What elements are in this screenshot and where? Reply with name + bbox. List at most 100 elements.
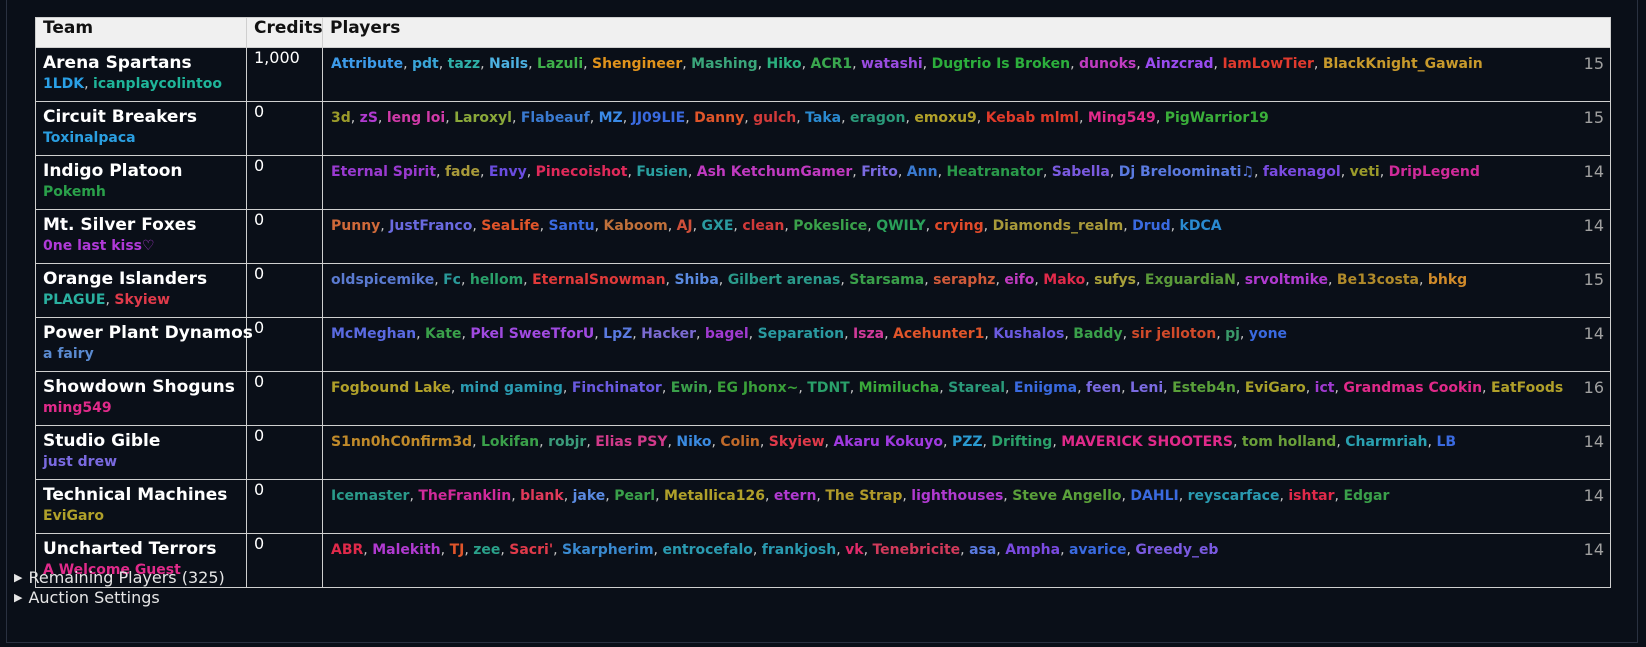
player-name[interactable]: Baddy — [1073, 326, 1122, 342]
player-name[interactable]: Grandmas Cookin — [1343, 380, 1482, 396]
player-name[interactable]: Akaru Kokuyo — [833, 434, 943, 450]
player-name[interactable]: Shengineer — [592, 56, 682, 72]
player-name[interactable]: Skyiew — [769, 434, 825, 450]
player-name[interactable]: clean — [742, 218, 784, 234]
player-name[interactable]: Niko — [676, 434, 711, 450]
player-name[interactable]: ExguardiaN — [1145, 272, 1236, 288]
player-name[interactable]: Steve Angello — [1012, 488, 1121, 504]
player-name[interactable]: sir jelloton — [1131, 326, 1216, 342]
player-name[interactable]: Punny — [331, 218, 380, 234]
player-name[interactable]: BlackKnight_Gawain — [1323, 56, 1483, 72]
player-name[interactable]: Diamonds_realm — [993, 218, 1124, 234]
player-name[interactable]: Esteb4n — [1172, 380, 1236, 396]
player-name[interactable]: Acehunter1 — [893, 326, 984, 342]
player-name[interactable]: entrocefalo — [662, 542, 752, 558]
player-name[interactable]: Mimilucha — [859, 380, 940, 396]
player-name[interactable]: Colin — [720, 434, 759, 450]
player-name[interactable]: Fc — [443, 272, 461, 288]
manager-name[interactable]: ming549 — [43, 400, 112, 416]
player-name[interactable]: fakenagol — [1263, 164, 1341, 180]
player-name[interactable]: srvoltmike — [1245, 272, 1328, 288]
manager-name[interactable]: 1LDK — [43, 76, 84, 92]
player-name[interactable]: Gilbert arenas — [728, 272, 841, 288]
player-name[interactable]: Mashing — [691, 56, 757, 72]
player-name[interactable]: IamLowTier — [1222, 56, 1313, 72]
player-name[interactable]: Be13costa — [1337, 272, 1419, 288]
player-name[interactable]: Isza — [853, 326, 884, 342]
player-name[interactable]: EternalSnowman — [532, 272, 665, 288]
player-name[interactable]: Sabella — [1052, 164, 1110, 180]
manager-name[interactable]: Skyiew — [114, 292, 170, 308]
player-name[interactable]: Kushalos — [993, 326, 1064, 342]
player-name[interactable]: TDNT — [807, 380, 849, 396]
player-name[interactable]: Icemaster — [331, 488, 409, 504]
player-name[interactable]: MAVERICK SHOOTERS — [1061, 434, 1233, 450]
player-name[interactable]: The Strap — [825, 488, 902, 504]
player-name[interactable]: Kaboom — [604, 218, 668, 234]
player-name[interactable]: ishtar — [1288, 488, 1334, 504]
player-name[interactable]: Drud — [1132, 218, 1171, 234]
player-name[interactable]: veti — [1350, 164, 1380, 180]
player-name[interactable]: Ash KetchumGamer — [697, 164, 853, 180]
player-name[interactable]: pdt — [412, 56, 439, 72]
player-name[interactable]: Elias PSY — [595, 434, 667, 450]
player-name[interactable]: Tenebricite — [872, 542, 960, 558]
player-name[interactable]: Eniigma — [1014, 380, 1077, 396]
player-name[interactable]: EatFoods — [1491, 380, 1563, 396]
player-name[interactable]: ABR — [331, 542, 363, 558]
player-name[interactable]: Sacri' — [509, 542, 553, 558]
player-name[interactable]: emoxu9 — [914, 110, 976, 126]
player-name[interactable]: Malekith — [372, 542, 440, 558]
player-name[interactable]: Ampha — [1005, 542, 1060, 558]
player-name[interactable]: avarice — [1069, 542, 1127, 558]
player-name[interactable]: jake — [573, 488, 606, 504]
manager-name[interactable]: EviGaro — [43, 508, 104, 524]
player-name[interactable]: Ming549 — [1088, 110, 1156, 126]
player-name[interactable]: Edgar — [1343, 488, 1389, 504]
player-name[interactable]: Heatranator — [946, 164, 1042, 180]
manager-name[interactable]: icanplaycolintoo — [93, 76, 222, 92]
player-name[interactable]: Pearl — [614, 488, 655, 504]
player-name[interactable]: eifo — [1004, 272, 1034, 288]
player-name[interactable]: crying — [935, 218, 984, 234]
player-name[interactable]: eragon — [850, 110, 905, 126]
player-name[interactable]: dunoks — [1079, 56, 1136, 72]
player-name[interactable]: 3d — [331, 110, 351, 126]
player-name[interactable]: Stareal — [948, 380, 1005, 396]
player-name[interactable]: lighthouses — [911, 488, 1003, 504]
player-name[interactable]: gulch — [753, 110, 796, 126]
player-name[interactable]: EG Jhonx~ — [717, 380, 798, 396]
player-name[interactable]: kDCA — [1180, 218, 1222, 234]
player-name[interactable]: TheFranklin — [418, 488, 511, 504]
player-name[interactable]: Dugtrio Is Broken — [932, 56, 1071, 72]
player-name[interactable]: reyscarface — [1188, 488, 1280, 504]
player-name[interactable]: JustFranco — [389, 218, 472, 234]
player-name[interactable]: Skarpherim — [562, 542, 654, 558]
player-name[interactable]: QWILY — [876, 218, 925, 234]
manager-name[interactable]: a fairy — [43, 346, 94, 362]
player-name[interactable]: Pokeslice — [793, 218, 867, 234]
player-name[interactable]: frankjosh — [762, 542, 836, 558]
player-name[interactable]: McMeghan — [331, 326, 416, 342]
player-name[interactable]: zS — [360, 110, 378, 126]
player-name[interactable]: GXE — [702, 218, 734, 234]
player-name[interactable]: blank — [520, 488, 564, 504]
player-name[interactable]: pj — [1225, 326, 1240, 342]
player-name[interactable]: tazz — [448, 56, 480, 72]
player-name[interactable]: Separation — [758, 326, 844, 342]
player-name[interactable]: mind gaming — [460, 380, 563, 396]
player-name[interactable]: Ewin — [671, 380, 708, 396]
player-name[interactable]: Finchinator — [572, 380, 662, 396]
player-name[interactable]: PigWarrior19 — [1165, 110, 1269, 126]
player-name[interactable]: Santu — [548, 218, 594, 234]
player-name[interactable]: PZZ — [952, 434, 983, 450]
player-name[interactable]: Taka — [805, 110, 841, 126]
player-name[interactable]: LpZ — [603, 326, 632, 342]
manager-name[interactable]: Pokemh — [43, 184, 106, 200]
player-name[interactable]: bhkg — [1428, 272, 1467, 288]
player-name[interactable]: EviGaro — [1245, 380, 1306, 396]
player-name[interactable]: Kebab mlml — [986, 110, 1079, 126]
player-name[interactable]: feen — [1086, 380, 1121, 396]
player-name[interactable]: vk — [845, 542, 863, 558]
player-name[interactable]: Hiko — [767, 56, 802, 72]
